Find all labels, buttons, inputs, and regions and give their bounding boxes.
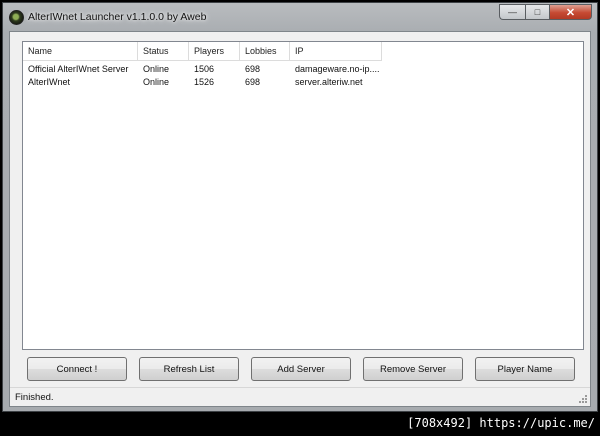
- launcher-window: AlterIWnet Launcher v1.1.0.0 by Aweb — □…: [2, 2, 598, 412]
- client-area: Name Status Players Lobbies IP Official …: [9, 31, 591, 407]
- remove-server-button[interactable]: Remove Server: [363, 357, 463, 381]
- close-icon: ✕: [565, 6, 576, 19]
- cell-lobbies: 698: [245, 64, 261, 74]
- maximize-button[interactable]: □: [525, 4, 549, 20]
- cell-name: AlterIWnet: [28, 77, 71, 87]
- list-rows: Official AlterIWnet Server Online 1506 6…: [23, 63, 583, 89]
- player-name-button[interactable]: Player Name: [475, 357, 575, 381]
- window-controls: — □ ✕: [499, 4, 592, 21]
- image-host-watermark: [708x492] https://upic.me/: [404, 414, 598, 433]
- cell-players: 1506: [194, 64, 215, 74]
- cell-ip: server.alteriw.net: [295, 77, 363, 87]
- column-header-players[interactable]: Players: [189, 42, 240, 61]
- maximize-icon: □: [534, 7, 541, 17]
- list-column-headers: Name Status Players Lobbies IP: [23, 42, 583, 62]
- refresh-list-button[interactable]: Refresh List: [139, 357, 239, 381]
- minimize-button[interactable]: —: [499, 4, 525, 20]
- cell-players: 1526: [194, 77, 215, 87]
- connect-button[interactable]: Connect !: [27, 357, 127, 381]
- minimize-icon: —: [508, 7, 517, 17]
- cell-lobbies: 698: [245, 77, 261, 87]
- table-row[interactable]: Official AlterIWnet Server Online 1506 6…: [23, 63, 583, 76]
- server-list[interactable]: Name Status Players Lobbies IP Official …: [22, 41, 584, 350]
- cell-status: Online: [143, 64, 170, 74]
- close-button[interactable]: ✕: [549, 4, 592, 20]
- column-header-lobbies[interactable]: Lobbies: [240, 42, 290, 61]
- column-header-status[interactable]: Status: [138, 42, 189, 61]
- cell-name: Official AlterIWnet Server: [28, 64, 129, 74]
- table-row[interactable]: AlterIWnet Online 1526 698 server.alteri…: [23, 76, 583, 89]
- add-server-button[interactable]: Add Server: [251, 357, 351, 381]
- app-logo-icon: [9, 10, 24, 25]
- column-header-ip[interactable]: IP: [290, 42, 382, 61]
- cell-status: Online: [143, 77, 170, 87]
- resize-grip-icon[interactable]: [578, 394, 588, 404]
- status-bar: Finished.: [10, 387, 590, 406]
- window-title: AlterIWnet Launcher v1.1.0.0 by Aweb: [28, 11, 207, 23]
- column-header-name[interactable]: Name: [23, 42, 138, 61]
- cell-ip: damageware.no-ip....: [295, 64, 380, 74]
- status-text: Finished.: [15, 392, 54, 403]
- title-bar[interactable]: AlterIWnet Launcher v1.1.0.0 by Aweb — □…: [3, 3, 597, 31]
